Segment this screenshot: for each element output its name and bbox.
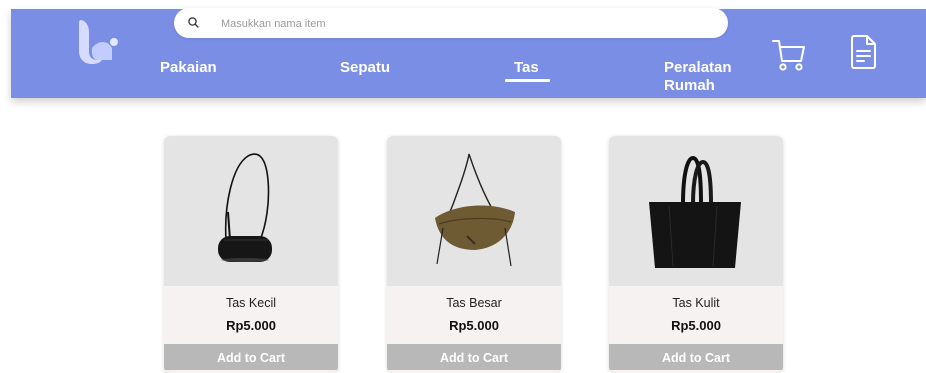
cart-icon[interactable] [770, 37, 806, 73]
product-price: Rp5.000 [226, 318, 276, 333]
leather-tote-image [649, 155, 741, 268]
add-to-cart-button[interactable]: Add to Cart [387, 344, 561, 370]
product-price: Rp5.000 [671, 318, 721, 333]
product-image[interactable] [164, 136, 338, 286]
product-card[interactable]: Tas Kecil Rp5.000 Add to Cart [164, 136, 338, 373]
product-card[interactable]: Tas Besar Rp5.000 Add to Cart [387, 136, 561, 373]
large-bag-image [435, 153, 515, 267]
nav-item-sepatu[interactable]: Sepatu [340, 59, 390, 77]
product-card[interactable]: Tas Kulit Rp5.000 Add to Cart [609, 136, 783, 373]
product-price: Rp5.000 [449, 318, 499, 333]
nav-item-tas[interactable]: Tas [514, 59, 539, 77]
add-to-cart-button[interactable]: Add to Cart [609, 344, 783, 370]
add-to-cart-button[interactable]: Add to Cart [164, 344, 338, 370]
document-icon[interactable] [848, 35, 878, 69]
product-name: Tas Kulit [672, 296, 720, 310]
nav-item-peralatan-rumah[interactable]: Peralatan Rumah [664, 59, 732, 95]
nav-item-pakaian[interactable]: Pakaian [160, 59, 217, 77]
active-tab-indicator [505, 79, 550, 82]
product-name: Tas Besar [446, 296, 502, 310]
search-input[interactable] [219, 14, 713, 34]
product-name: Tas Kecil [225, 296, 277, 310]
product-image[interactable] [387, 136, 561, 286]
brand-logo[interactable] [76, 18, 120, 64]
product-image[interactable] [609, 136, 783, 286]
search-icon [188, 17, 199, 28]
small-bag-image [218, 153, 272, 262]
